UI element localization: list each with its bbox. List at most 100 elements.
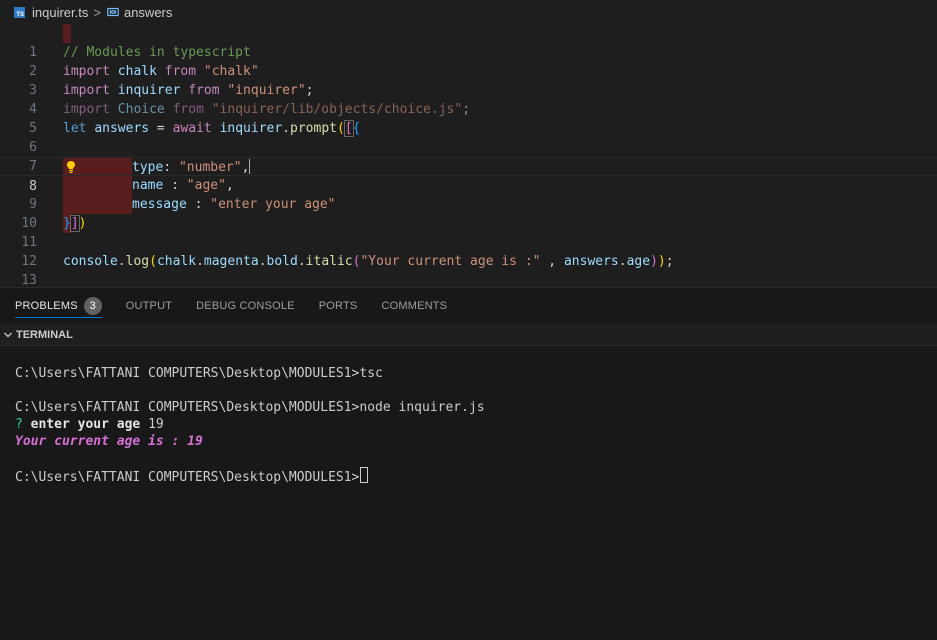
code-token: ): [78, 216, 87, 231]
code-token: :: [163, 160, 179, 175]
prompt-question: enter your age: [30, 417, 141, 432]
breadcrumb: TS inquirer.ts > answers: [0, 0, 937, 24]
code-line: 3 import chalk from "chalk": [0, 62, 937, 98]
code-token: Choice: [117, 102, 165, 117]
code-token: await: [172, 121, 212, 136]
symbol-variable-icon: [107, 7, 119, 17]
code-token: (: [149, 254, 157, 269]
terminal-line: C:\Users\FATTANI COMPUTERS\Desktop\MODUL…: [15, 366, 383, 381]
code-token: "inquirer": [227, 83, 306, 98]
tab-output[interactable]: OUTPUT: [126, 288, 172, 324]
code-line: 12: [0, 233, 937, 269]
code-token: type: [132, 160, 164, 175]
code-token: import: [63, 64, 110, 79]
terminal-output-result: Your current age is : 19: [15, 434, 203, 449]
code-token: magenta: [203, 254, 259, 269]
code-token: inquirer: [117, 83, 181, 98]
code-token: ]: [69, 215, 80, 232]
tab-debug-console[interactable]: DEBUG CONSOLE: [196, 288, 295, 324]
tab-comments[interactable]: COMMENTS: [381, 288, 447, 324]
code-token: "inquirer/lib/objects/choice.js": [211, 102, 463, 117]
terminal-line: C:\Users\FATTANI COMPUTERS\Desktop\MODUL…: [15, 400, 485, 415]
tab-label: DEBUG CONSOLE: [196, 300, 295, 312]
tab-label: COMMENTS: [381, 300, 448, 312]
code-token: ): [657, 254, 666, 269]
terminal-section-title: TERMINAL: [16, 328, 73, 341]
breadcrumb-separator: >: [93, 4, 101, 20]
text-cursor: [249, 159, 251, 174]
code-token: message: [132, 197, 187, 212]
panel-tabs: PROBLEMS 3 OUTPUT DEBUG CONSOLE PORTS CO…: [0, 288, 937, 324]
code-token: "number": [178, 160, 242, 175]
code-token: log: [125, 254, 150, 269]
code-token: (: [336, 121, 345, 136]
code-token: :: [186, 197, 211, 212]
code-token: {: [352, 121, 361, 136]
code-token: "age": [186, 178, 226, 193]
code-line: 7: [0, 138, 937, 174]
breadcrumb-file[interactable]: inquirer.ts: [32, 5, 88, 20]
code-token: chalk: [156, 254, 197, 269]
code-token: .: [282, 121, 291, 136]
code-token: ;: [665, 254, 674, 269]
prompt-mark: ?: [15, 417, 23, 432]
prompt-answer: 19: [148, 417, 164, 432]
terminal-section-header[interactable]: TERMINAL: [0, 324, 937, 346]
code-line: 4 import inquirer from "inquirer";: [0, 81, 937, 117]
code-token: prompt: [290, 121, 337, 136]
code-line: 13 console.log(chalk.magenta.bold.italic…: [0, 252, 937, 287]
code-token: [: [343, 120, 354, 137]
code-line-current: 8 type: "number",: [0, 157, 937, 194]
code-token: name: [132, 178, 164, 193]
code-line: 9 name : "age",: [0, 176, 937, 212]
code-token: ;: [462, 102, 471, 117]
code-token: .: [297, 254, 306, 269]
code-comment: // Modules in typescript: [63, 45, 251, 60]
code-line: 1: [0, 24, 937, 60]
code-token: from: [164, 64, 197, 79]
code-line: 2 // Modules in typescript: [0, 43, 937, 79]
bottom-panel: PROBLEMS 3 OUTPUT DEBUG CONSOLE PORTS CO…: [0, 287, 937, 640]
code-token: chalk: [117, 64, 157, 79]
terminal-prompt: C:\Users\FATTANI COMPUTERS\Desktop\MODUL…: [15, 470, 360, 485]
code-token: import: [63, 83, 110, 98]
code-token: import: [63, 102, 110, 117]
code-token: italic: [305, 254, 353, 269]
tab-label: PROBLEMS: [15, 300, 78, 312]
code-token: ,: [241, 160, 250, 175]
tab-problems[interactable]: PROBLEMS 3: [15, 288, 102, 324]
code-token: "enter your age": [210, 197, 336, 212]
code-token: from: [172, 102, 204, 117]
breadcrumb-symbol[interactable]: answers: [124, 5, 172, 20]
terminal-line: ? enter your age 19: [15, 416, 164, 433]
code-token: .: [196, 254, 204, 269]
code-editor[interactable]: 1 2 // Modules in typescript 3 import ch…: [0, 24, 937, 287]
code-line: 14: [0, 271, 937, 287]
code-token: "Your current age is :": [360, 254, 541, 269]
code-token: age: [626, 254, 651, 269]
code-token: from: [188, 83, 220, 98]
tab-label: OUTPUT: [125, 300, 173, 312]
lightbulb-icon[interactable]: [66, 160, 76, 174]
code-token: =: [149, 121, 173, 136]
code-token: answers: [563, 254, 619, 269]
terminal-cursor: [360, 467, 369, 483]
code-token: console: [63, 254, 118, 269]
problems-count-badge: 3: [83, 297, 102, 315]
typescript-file-icon: TS: [14, 6, 25, 18]
tab-label: PORTS: [318, 300, 358, 312]
tab-ports[interactable]: PORTS: [319, 288, 358, 324]
code-token: .: [258, 254, 267, 269]
code-token: .: [618, 254, 627, 269]
chevron-down-icon: [4, 332, 12, 337]
code-token: }: [63, 216, 71, 231]
code-line: 10 message : "enter your age": [0, 195, 937, 231]
code-token: ,: [225, 178, 234, 193]
code-token: bold: [266, 254, 298, 269]
terminal[interactable]: C:\Users\FATTANI COMPUTERS\Desktop\MODUL…: [0, 346, 937, 640]
code-token: ): [650, 254, 658, 269]
code-line: 11 }]): [0, 214, 937, 250]
code-token: answers: [94, 121, 150, 136]
code-token: "chalk": [203, 64, 259, 79]
code-line: 5 import Choice from "inquirer/lib/objec…: [0, 100, 937, 136]
